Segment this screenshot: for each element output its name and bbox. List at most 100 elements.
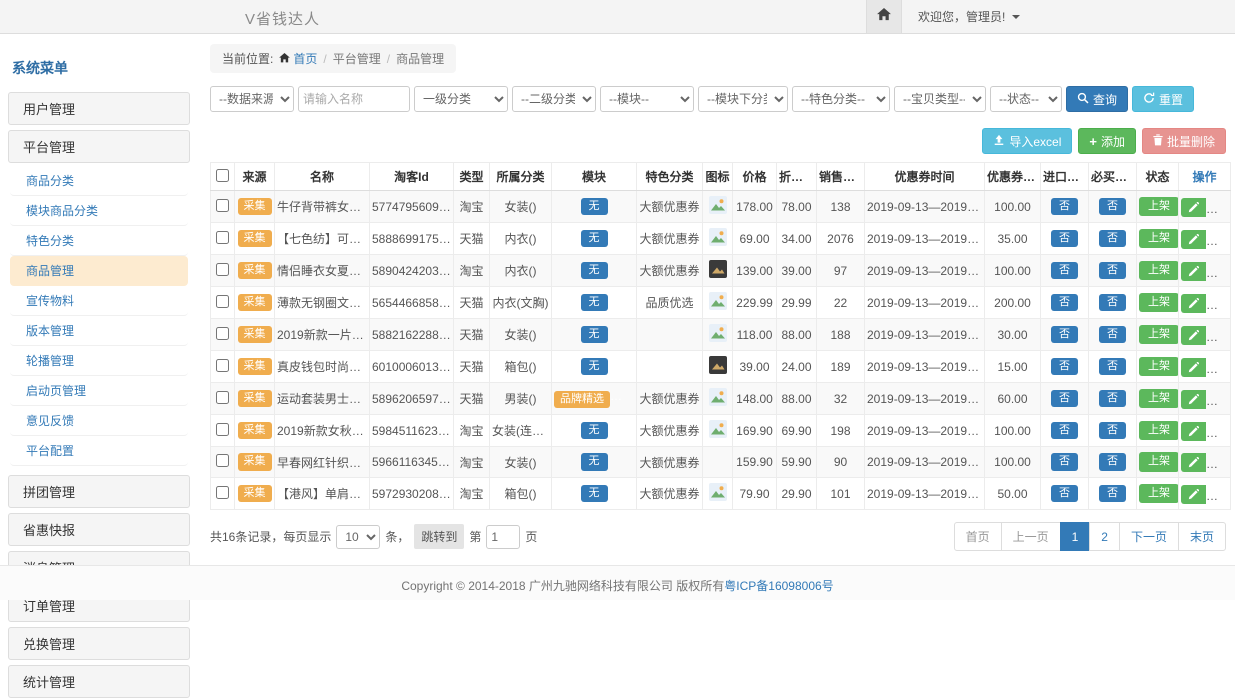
sidebar-subitem[interactable]: 商品管理 [10,256,188,286]
must-buy-badge[interactable]: 否 [1099,294,1126,311]
sidebar-item[interactable]: 拼团管理 [8,475,190,508]
reset-button[interactable]: 重置 [1132,86,1194,112]
sidebar-subitem[interactable]: 特色分类 [10,226,188,256]
must-buy-badge[interactable]: 否 [1099,230,1126,247]
sidebar-subitem[interactable]: 平台配置 [10,436,188,466]
row-checkbox[interactable] [216,327,229,340]
breadcrumb-item[interactable]: 平台管理 [333,50,381,67]
sidebar-subitem[interactable]: 商品分类 [10,166,188,196]
status-button[interactable]: 上架 [1139,261,1179,280]
status-button[interactable]: 上架 [1139,421,1179,440]
must-buy-badge[interactable]: 否 [1099,390,1126,407]
filter-select[interactable]: --数据来源-- [210,86,294,112]
filter-select[interactable]: --特色分类-- [792,86,890,112]
edit-button[interactable] [1181,230,1206,249]
jump-button[interactable]: 跳转到 [414,524,464,549]
feature-category: 大额优惠券 [637,478,703,510]
filter-select[interactable]: 一级分类 [414,86,508,112]
edit-button[interactable] [1181,422,1206,441]
sidebar-item[interactable]: 平台管理 [8,130,190,163]
import-optimal-badge[interactable]: 否 [1051,453,1078,470]
status-button[interactable]: 上架 [1139,325,1179,344]
row-checkbox[interactable] [216,231,229,244]
icp-link[interactable]: 粤ICP备16098006号 [724,579,833,593]
edit-button[interactable] [1181,485,1206,504]
sidebar-subitem[interactable]: 意见反馈 [10,406,188,436]
import-optimal-badge[interactable]: 否 [1051,326,1078,343]
must-buy-badge[interactable]: 否 [1099,326,1126,343]
row-checkbox[interactable] [216,263,229,276]
breadcrumb-home-link[interactable]: 首页 [279,50,317,67]
row-checkbox[interactable] [216,295,229,308]
status-button[interactable]: 上架 [1139,389,1179,408]
sidebar-subitem[interactable]: 版本管理 [10,316,188,346]
edit-button[interactable] [1181,326,1206,345]
import-optimal-badge[interactable]: 否 [1051,390,1078,407]
status-button[interactable]: 上架 [1139,197,1179,216]
filter-select[interactable]: --模块下分类-- [698,86,788,112]
must-buy-badge[interactable]: 否 [1099,453,1126,470]
batch-delete-button[interactable]: 批量删除 [1142,128,1226,154]
sidebar-subitem[interactable]: 模块商品分类 [10,196,188,226]
page-input[interactable] [486,525,520,549]
select-all-checkbox[interactable] [216,169,229,182]
page-button[interactable]: 末页 [1178,522,1226,551]
page-button[interactable]: 1 [1060,522,1091,551]
home-button[interactable] [866,0,902,33]
edit-button[interactable] [1181,453,1206,472]
must-buy-badge[interactable]: 否 [1099,262,1126,279]
import-optimal-badge[interactable]: 否 [1051,198,1078,215]
row-checkbox[interactable] [216,486,229,499]
page-button[interactable]: 2 [1089,522,1120,551]
product-type: 淘宝 [454,478,490,510]
sidebar-item[interactable]: 省惠快报 [8,513,190,546]
filter-select[interactable]: --状态-- [990,86,1062,112]
row-checkbox[interactable] [216,423,229,436]
sidebar-subitem[interactable]: 启动页管理 [10,376,188,406]
edit-button[interactable] [1181,358,1206,377]
sidebar-item[interactable]: 用户管理 [8,92,190,125]
edit-button[interactable] [1181,390,1206,409]
must-buy-badge[interactable]: 否 [1099,198,1126,215]
add-button[interactable]: + 添加 [1078,128,1136,154]
page-button[interactable]: 上一页 [1001,522,1061,551]
status-button[interactable]: 上架 [1139,293,1179,312]
status-button[interactable]: 上架 [1139,484,1179,503]
page-button[interactable]: 下一页 [1119,522,1179,551]
sidebar-item[interactable]: 兑换管理 [8,627,190,660]
filter-select[interactable]: --二级分类-- [512,86,596,112]
must-buy-badge[interactable]: 否 [1099,485,1126,502]
sidebar-subitem[interactable]: 轮播管理 [10,346,188,376]
status-button[interactable]: 上架 [1139,357,1179,376]
edit-button[interactable] [1181,198,1206,217]
sidebar-item[interactable]: 统计管理 [8,665,190,698]
edit-button[interactable] [1181,262,1206,281]
import-optimal-badge[interactable]: 否 [1051,358,1078,375]
import-optimal-badge[interactable]: 否 [1051,230,1078,247]
must-buy-badge[interactable]: 否 [1099,422,1126,439]
price: 229.99 [733,287,777,319]
import-optimal-badge[interactable]: 否 [1051,422,1078,439]
source-badge: 采集 [238,390,272,407]
filter-select[interactable]: --宝贝类型-- [894,86,986,112]
status-button[interactable]: 上架 [1139,452,1179,471]
import-optimal-badge[interactable]: 否 [1051,294,1078,311]
per-page-select[interactable]: 10 [336,525,380,549]
user-menu[interactable]: 欢迎您，管理员! [902,0,1036,33]
page-button[interactable]: 首页 [954,522,1002,551]
status-button[interactable]: 上架 [1139,229,1179,248]
must-buy-badge[interactable]: 否 [1099,358,1126,375]
import-optimal-badge[interactable]: 否 [1051,485,1078,502]
import-excel-button[interactable]: 导入excel [982,128,1072,154]
sidebar-subitem[interactable]: 宣传物料 [10,286,188,316]
row-checkbox[interactable] [216,391,229,404]
price: 169.90 [733,415,777,447]
row-checkbox[interactable] [216,359,229,372]
search-button[interactable]: 查询 [1066,86,1128,112]
row-checkbox[interactable] [216,454,229,467]
filter-select[interactable]: --模块-- [600,86,694,112]
edit-button[interactable] [1181,294,1206,313]
row-checkbox[interactable] [216,199,229,212]
name-search-input[interactable] [298,86,410,112]
import-optimal-badge[interactable]: 否 [1051,262,1078,279]
